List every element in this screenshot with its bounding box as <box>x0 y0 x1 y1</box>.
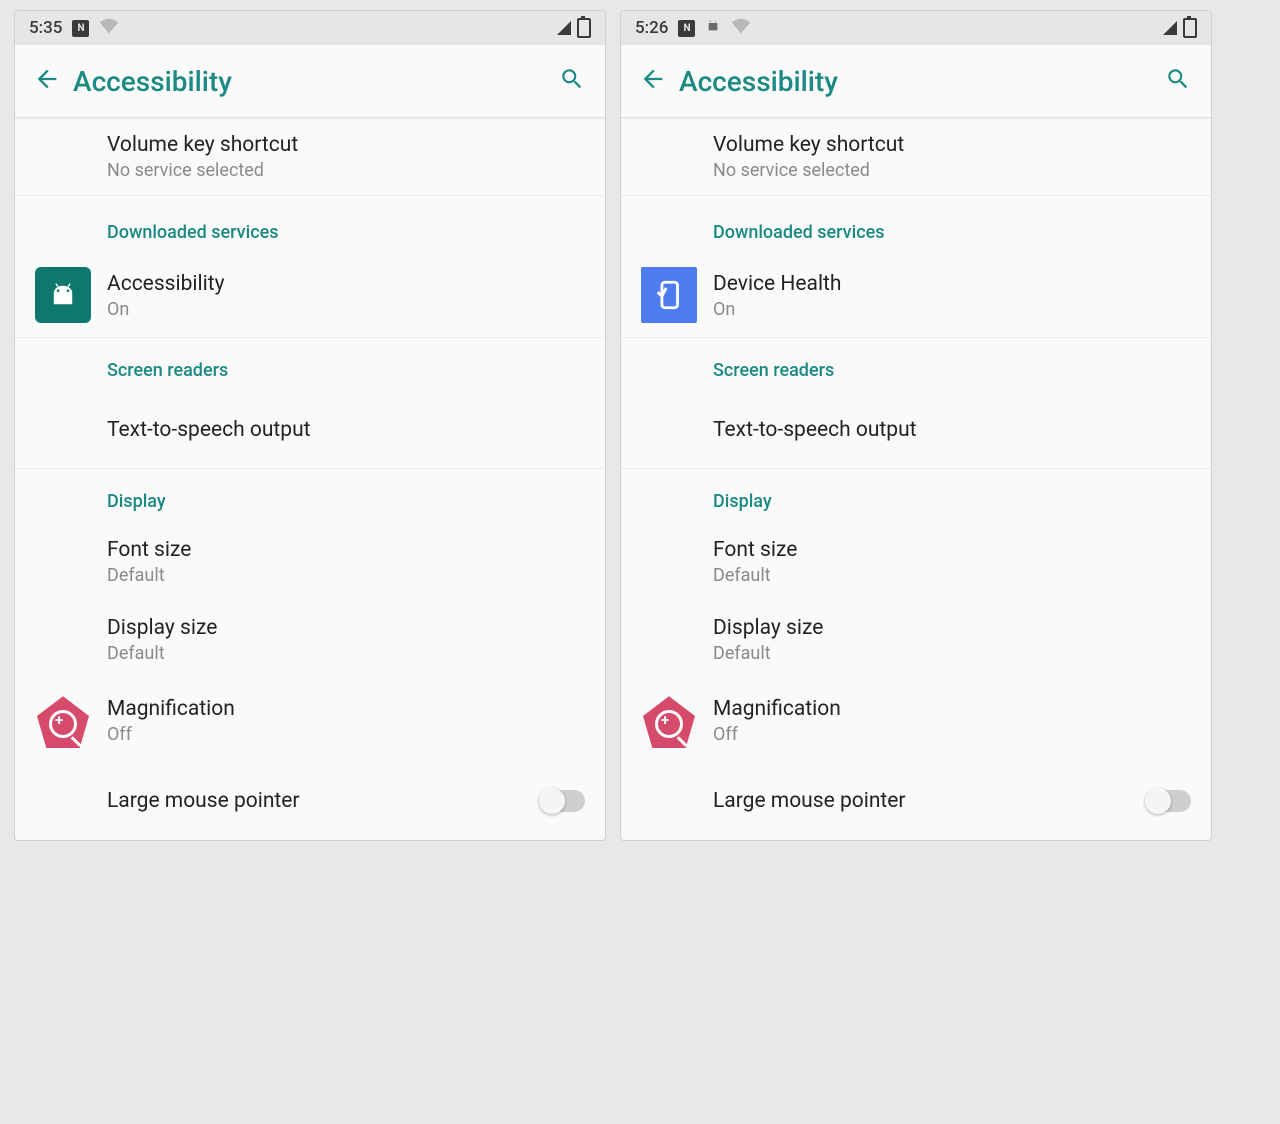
section-header-display: Display <box>15 469 605 522</box>
setting-device-health-service[interactable]: Device Health On <box>621 253 1211 338</box>
setting-large-mouse-pointer[interactable]: Large mouse pointer <box>15 762 605 840</box>
setting-magnification[interactable]: Magnification Off <box>621 678 1211 762</box>
section-header-screen-readers: Screen readers <box>15 338 605 391</box>
setting-title: Display size <box>713 615 1191 641</box>
section-header-display: Display <box>621 469 1211 522</box>
setting-subtitle: Default <box>713 643 1191 664</box>
setting-subtitle: On <box>107 299 585 320</box>
setting-subtitle: No service selected <box>107 160 585 181</box>
setting-title: Magnification <box>107 696 585 722</box>
status-time: 5:26 <box>635 18 668 38</box>
setting-title: Text-to-speech output <box>713 417 1191 443</box>
section-header-screen-readers: Screen readers <box>621 338 1211 391</box>
toggle-large-mouse[interactable] <box>1147 790 1191 812</box>
setting-title: Magnification <box>713 696 1191 722</box>
phone-right: 5:26 N Accessibility <box>620 10 1212 841</box>
setting-title: Display size <box>107 615 585 641</box>
wifi-icon <box>731 18 751 39</box>
setting-title: Accessibility <box>107 271 585 297</box>
setting-accessibility-service[interactable]: Accessibility On <box>15 253 605 338</box>
setting-volume-key-shortcut[interactable]: Volume key shortcut No service selected <box>15 118 605 196</box>
setting-title: Font size <box>107 537 585 563</box>
setting-tts-output[interactable]: Text-to-speech output <box>621 391 1211 469</box>
magnification-icon <box>641 692 697 748</box>
search-button[interactable] <box>1165 66 1191 96</box>
signal-icon <box>1163 21 1177 35</box>
setting-display-size[interactable]: Display size Default <box>621 600 1211 678</box>
setting-title: Text-to-speech output <box>107 417 585 443</box>
search-button[interactable] <box>559 66 585 96</box>
page-title: Accessibility <box>73 65 559 98</box>
setting-magnification[interactable]: Magnification Off <box>15 678 605 762</box>
setting-volume-key-shortcut[interactable]: Volume key shortcut No service selected <box>621 118 1211 196</box>
setting-font-size[interactable]: Font size Default <box>621 522 1211 600</box>
section-header-downloaded: Downloaded services <box>621 196 1211 253</box>
setting-subtitle: Default <box>713 565 1191 586</box>
app-bar: Accessibility <box>621 45 1211 118</box>
back-button[interactable] <box>33 65 73 98</box>
magnification-icon <box>35 692 91 748</box>
setting-subtitle: Off <box>107 724 585 745</box>
setting-title: Volume key shortcut <box>107 132 585 158</box>
status-time: 5:35 <box>29 18 62 38</box>
notification-icon: N <box>72 20 89 37</box>
device-health-icon <box>641 267 697 323</box>
notification-icon: N <box>678 20 695 37</box>
battery-icon <box>1183 18 1197 38</box>
setting-title: Font size <box>713 537 1191 563</box>
status-bar: 5:35 N <box>15 11 605 45</box>
battery-icon <box>577 18 591 38</box>
setting-subtitle: Default <box>107 643 585 664</box>
setting-display-size[interactable]: Display size Default <box>15 600 605 678</box>
android-debug-icon <box>705 18 721 39</box>
android-icon <box>35 267 91 323</box>
back-button[interactable] <box>639 65 679 98</box>
setting-title: Device Health <box>713 271 1191 297</box>
page-title: Accessibility <box>679 65 1165 98</box>
toggle-large-mouse[interactable] <box>541 790 585 812</box>
signal-icon <box>557 21 571 35</box>
setting-font-size[interactable]: Font size Default <box>15 522 605 600</box>
setting-large-mouse-pointer[interactable]: Large mouse pointer <box>621 762 1211 840</box>
section-header-downloaded: Downloaded services <box>15 196 605 253</box>
setting-title: Large mouse pointer <box>713 788 1131 814</box>
setting-title: Volume key shortcut <box>713 132 1191 158</box>
setting-subtitle: Default <box>107 565 585 586</box>
setting-subtitle: Off <box>713 724 1191 745</box>
setting-subtitle: On <box>713 299 1191 320</box>
setting-tts-output[interactable]: Text-to-speech output <box>15 391 605 469</box>
setting-subtitle: No service selected <box>713 160 1191 181</box>
status-bar: 5:26 N <box>621 11 1211 45</box>
app-bar: Accessibility <box>15 45 605 118</box>
wifi-icon <box>99 18 119 39</box>
phone-left: 5:35 N Accessibility <box>14 10 606 841</box>
setting-title: Large mouse pointer <box>107 788 525 814</box>
